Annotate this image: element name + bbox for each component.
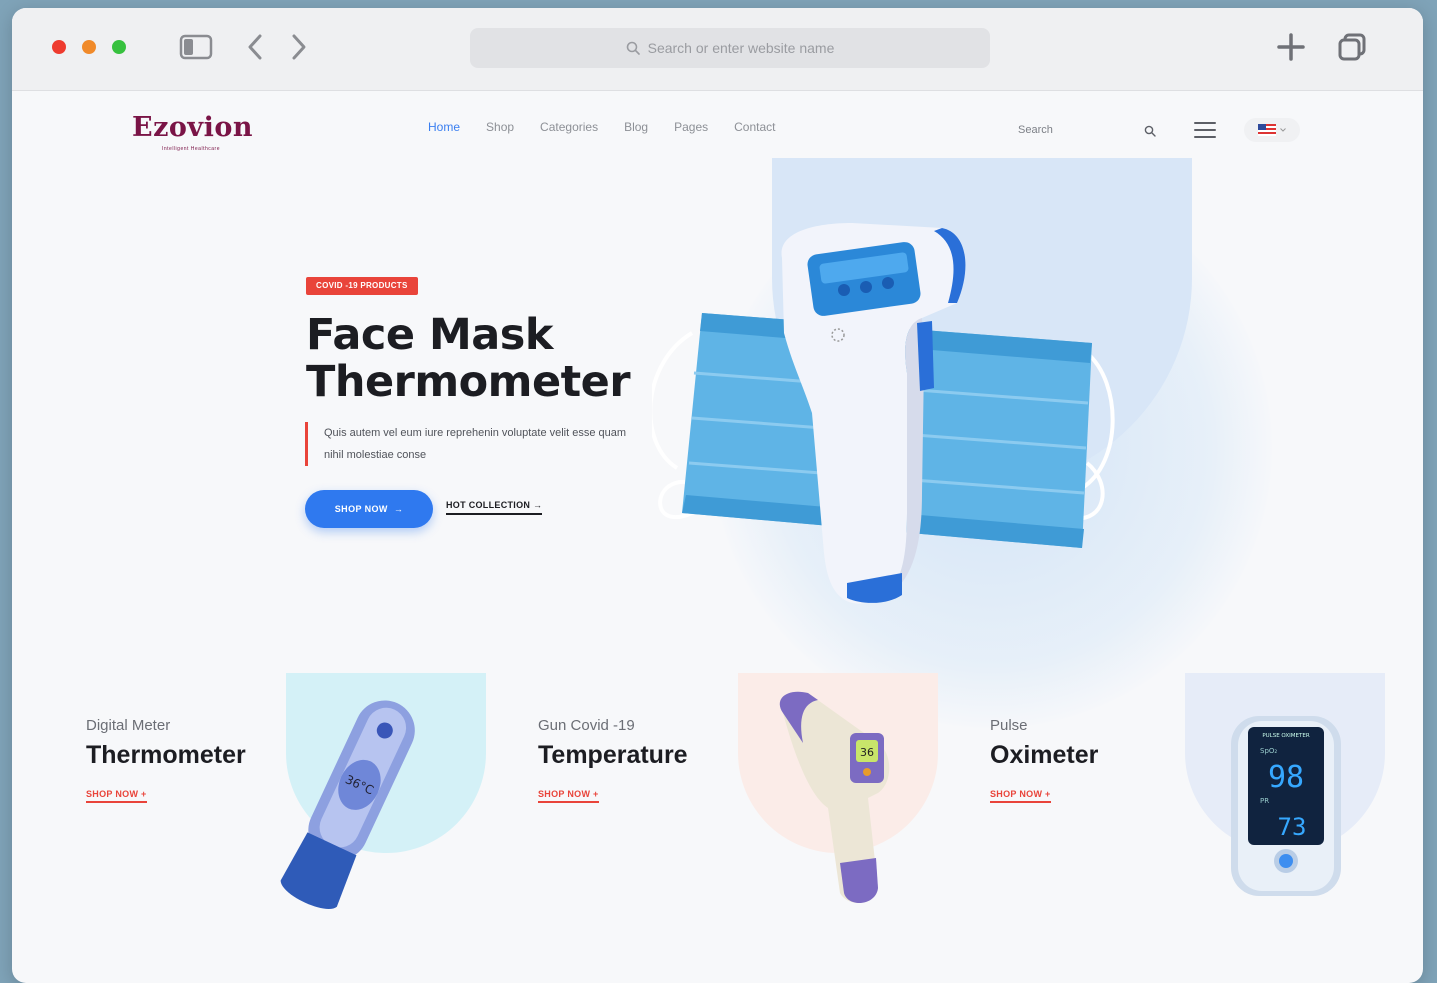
site-search-input[interactable]: Search	[1018, 124, 1053, 136]
hero-product-image	[648, 213, 1122, 613]
digital-thermometer-image: 36°C	[266, 688, 436, 923]
shop-now-button[interactable]: SHOP NOW →	[305, 490, 433, 528]
pulse-oximeter-image: PULSE OXIMETER SpO₂ 98 PR 73	[1226, 711, 1346, 906]
arrow-right-icon: →	[393, 504, 404, 514]
minimize-window-button[interactable]	[82, 40, 96, 54]
nav-item-contact[interactable]: Contact	[734, 120, 775, 134]
close-window-button[interactable]	[52, 40, 66, 54]
tabs-overview-icon[interactable]	[1334, 30, 1370, 64]
nav-item-home[interactable]: Home	[428, 120, 460, 134]
browser-window: Search or enter website name Ezovion Int…	[12, 8, 1423, 983]
card-shop-now-label: SHOP NOW	[538, 789, 591, 799]
maximize-window-button[interactable]	[112, 40, 126, 54]
chevron-down-icon	[1280, 128, 1286, 132]
card-shop-now-link[interactable]: SHOP NOW +	[86, 789, 147, 803]
card-subtitle: Digital Meter	[86, 717, 171, 734]
oximeter-label: PULSE OXIMETER	[1262, 733, 1310, 739]
site-logo[interactable]: Ezovion	[132, 112, 253, 143]
search-icon[interactable]	[1144, 124, 1156, 142]
nav-item-pages[interactable]: Pages	[674, 120, 708, 134]
hamburger-menu-icon[interactable]	[1194, 121, 1216, 144]
product-card-thermometer[interactable]: Digital Meter Thermometer SHOP NOW + 36°…	[86, 673, 526, 913]
hot-collection-label: HOT COLLECTION	[446, 500, 531, 510]
card-shop-now-label: SHOP NOW	[86, 789, 139, 799]
plus-icon[interactable]	[1274, 30, 1308, 64]
address-placeholder: Search or enter website name	[647, 40, 835, 56]
language-select[interactable]	[1244, 118, 1300, 142]
pulse-value: 73	[1278, 813, 1307, 841]
spo2-label: SpO₂	[1260, 747, 1277, 755]
gun-display: 36	[860, 746, 874, 759]
sidebar-toggle-icon[interactable]	[176, 30, 216, 64]
address-bar[interactable]: Search or enter website name	[470, 28, 990, 68]
card-title: Temperature	[538, 741, 688, 769]
product-card-oximeter[interactable]: Pulse Oximeter SHOP NOW + PULSE OXIMETER…	[990, 673, 1423, 913]
hero-title: Face Mask Thermometer	[306, 310, 631, 407]
card-shop-now-link[interactable]: SHOP NOW +	[990, 789, 1051, 803]
hero-badge: COVID -19 PRODUCTS	[306, 277, 418, 295]
pr-label: PR	[1260, 797, 1269, 805]
search-icon	[626, 41, 640, 55]
nav-item-categories[interactable]: Categories	[540, 120, 598, 134]
site-header: Ezovion Intelligent Healthcare Home Shop…	[12, 90, 1423, 170]
back-icon[interactable]	[242, 30, 268, 64]
thermometer-gun-image: 36	[768, 688, 908, 918]
product-card-temperature[interactable]: Gun Covid -19 Temperature SHOP NOW + 36	[538, 673, 978, 913]
card-title: Oximeter	[990, 741, 1099, 769]
logo-tagline: Intelligent Healthcare	[162, 146, 220, 152]
spo2-value: 98	[1268, 760, 1304, 795]
card-title: Thermometer	[86, 741, 246, 769]
card-subtitle: Gun Covid -19	[538, 717, 635, 734]
nav-item-shop[interactable]: Shop	[486, 120, 514, 134]
main-nav: Home Shop Categories Blog Pages Contact	[428, 120, 802, 134]
us-flag-icon	[1258, 124, 1276, 136]
card-shop-now-label: SHOP NOW	[990, 789, 1043, 799]
card-shop-now-link[interactable]: SHOP NOW +	[538, 789, 599, 803]
hero-description: Quis autem vel eum iure reprehenin volup…	[305, 422, 634, 466]
shop-now-label: SHOP NOW	[334, 504, 388, 514]
forward-icon[interactable]	[286, 30, 312, 64]
card-subtitle: Pulse	[990, 717, 1028, 734]
hot-collection-link[interactable]: HOT COLLECTION →	[446, 500, 543, 515]
nav-item-blog[interactable]: Blog	[624, 120, 648, 134]
browser-toolbar: Search or enter website name	[12, 8, 1423, 91]
